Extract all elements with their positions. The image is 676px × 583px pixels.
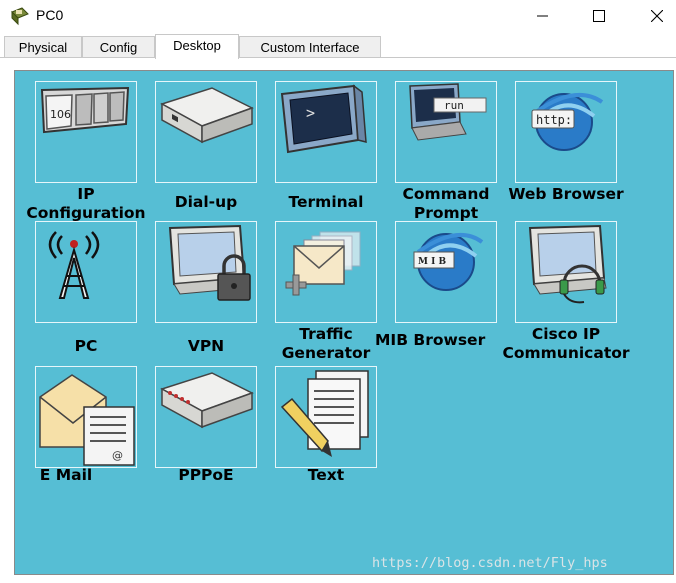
app-web-browser[interactable]: http: Web Browser [508,81,624,231]
web-browser-icon: http: [531,93,604,151]
app-label: IP Configuration [26,185,146,222]
ip-communicator-icon [528,224,607,304]
app-label-text: MIB Browser [375,331,486,349]
app-pppoe[interactable]: PPPoE [155,366,259,516]
tile-frame [275,221,377,323]
app-label: E Mail [39,466,93,484]
app-label: Cisco IP Communicator [502,325,630,362]
tile-frame [155,81,257,183]
desktop-panel: 106 IP Configuration Dial-up > Terminal … [14,70,674,575]
close-button[interactable] [628,0,676,32]
app-traffic-generator[interactable]: Traffic Generator [275,221,379,371]
terminal-icon: > [280,84,367,154]
tile-frame [155,366,257,468]
app-command-prompt[interactable]: run Command Prompt [395,81,499,231]
app-label: Command Prompt [402,185,490,222]
app-label: MIB Browser [375,331,505,371]
app-mib-browser[interactable]: M I B MIB Browser [375,221,499,371]
maximize-icon [593,10,605,22]
title-bar: PC0 [0,0,676,32]
tab-bar: Physical Config Desktop Custom Interface [4,34,676,59]
tab-physical[interactable]: Physical [4,36,82,58]
tile-frame: 106 [35,81,137,183]
app-label: Traffic Generator [281,325,371,362]
watermark: https://blog.csdn.net/Fly_hps [372,555,608,571]
svg-text:106: 106 [50,108,71,121]
vpn-lock-icon [168,224,251,301]
svg-text:run: run [444,99,464,112]
wireless-tower-icon [48,231,100,299]
tab-custom-interface[interactable]: Custom Interface [239,36,381,58]
app-vpn[interactable]: VPN [155,221,259,371]
email-icon: @ [39,374,135,466]
ip-config-icon: 106 [40,86,130,134]
app-email[interactable]: @ E Mail [35,366,139,516]
tile-frame: M I B [395,221,497,323]
packet-tracer-pc-icon [11,7,29,26]
tile-frame [515,221,617,323]
tile-frame: @ [35,366,137,468]
app-label: Text [307,466,345,484]
modem-icon [160,87,254,144]
close-icon [651,10,663,22]
app-label: Web Browser [508,185,624,203]
app-dial-up[interactable]: Dial-up [155,81,259,231]
app-text-editor[interactable]: Text [275,366,379,516]
minimize-icon [537,15,548,17]
tab-desktop[interactable]: Desktop [155,34,239,59]
tab-config[interactable]: Config [82,36,155,58]
minimize-button[interactable] [514,0,572,32]
app-cisco-ip-communicator[interactable]: Cisco IP Communicator [502,221,630,371]
app-pc-wireless[interactable]: PC [35,221,139,371]
tile-frame: > [275,81,377,183]
svg-text:>: > [306,104,315,122]
svg-text:M I B: M I B [418,257,446,267]
tile-frame [155,221,257,323]
command-prompt-icon: run [409,83,487,141]
text-editor-icon [280,370,369,457]
app-terminal[interactable]: > Terminal [275,81,379,231]
tile-frame [275,366,377,468]
pppoe-icon [160,372,254,429]
app-ip-configuration[interactable]: 106 IP Configuration [26,81,146,231]
app-label: PPPoE [178,466,234,484]
traffic-generator-icon [285,231,361,296]
tab-divider [0,57,676,58]
maximize-button[interactable] [570,0,628,32]
svg-text:http:: http: [536,113,572,127]
tile-frame [35,221,137,323]
svg-text:@: @ [112,449,123,462]
window-title: PC0 [36,7,64,23]
tile-frame: run [395,81,497,183]
tile-frame: http: [515,81,617,183]
mib-browser-icon: M I B [413,233,484,291]
